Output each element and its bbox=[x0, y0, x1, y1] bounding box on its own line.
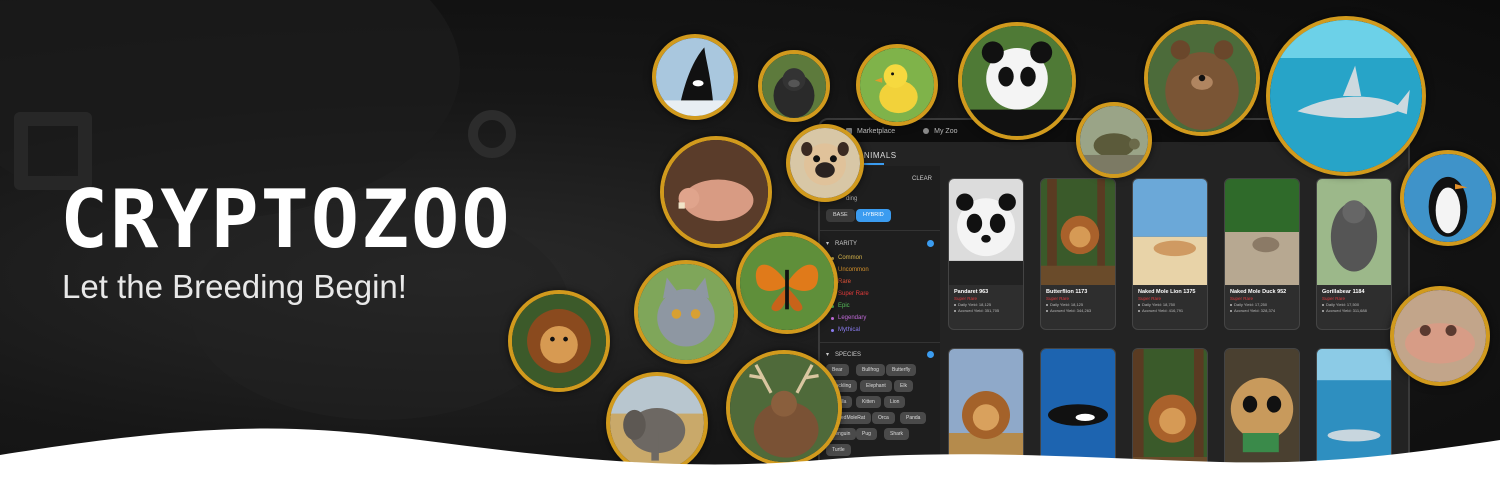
animal-card[interactable]: Naked Mole Lion 1375 Super Rare Daily Yiel… bbox=[1132, 178, 1208, 330]
background-ring-shape bbox=[468, 110, 516, 158]
animal-card-rarity: Super Rare bbox=[1230, 296, 1254, 301]
animal-card-name: Pandaret 963 bbox=[954, 289, 989, 295]
nav-marketplace[interactable]: Marketplace bbox=[846, 128, 895, 135]
chevron-down-icon: ▾ bbox=[826, 352, 830, 358]
animal-card-image bbox=[1041, 179, 1115, 285]
bottom-wave bbox=[0, 428, 1500, 500]
animal-card-accrued-yield: Accrued Yield: 328,374 bbox=[1225, 308, 1299, 314]
animal-card[interactable]: Naked Mole Duck 952 Super Rare Daily Yield… bbox=[1224, 178, 1300, 330]
penguin-bubble bbox=[1400, 150, 1496, 246]
chevron-down-icon: ▾ bbox=[826, 241, 830, 247]
animal-card-accrued-yield: Accrued Yield: 351,705 bbox=[949, 308, 1023, 314]
rarity-label: RARITY bbox=[835, 240, 858, 247]
animal-card-name: Naked Mole Duck 952 bbox=[1230, 289, 1287, 295]
animal-card-name: Butterflion 1173 bbox=[1046, 289, 1088, 295]
animal-card-accrued-yield: Accrued Yield: 311,688 bbox=[1317, 308, 1391, 314]
nav-my-zoo[interactable]: My Zoo bbox=[923, 128, 957, 135]
rarity-mythical[interactable]: Mythical bbox=[830, 327, 860, 333]
rarity-epic[interactable]: Epic bbox=[831, 303, 850, 309]
gorilla-bubble bbox=[758, 50, 830, 122]
species-chip-elk[interactable]: Elk bbox=[894, 380, 913, 392]
animal-card-image bbox=[949, 179, 1023, 285]
animal-card-rarity: Super Rare bbox=[1046, 296, 1070, 301]
mole-rat-bubble bbox=[660, 136, 772, 248]
panda-bubble bbox=[958, 22, 1076, 140]
animal-card-image bbox=[1225, 179, 1299, 285]
nav-label: Marketplace bbox=[857, 127, 896, 135]
animal-card[interactable]: Butterflion 1173 Super Rare Daily Yield: 1… bbox=[1040, 178, 1116, 330]
type-pill-base[interactable]: BASE bbox=[826, 209, 855, 222]
divider bbox=[820, 230, 940, 231]
nav-label: My Zoo bbox=[934, 127, 958, 135]
rarity-super-rare[interactable]: Super Rare bbox=[831, 291, 869, 297]
species-badge bbox=[927, 351, 934, 358]
rarity-badge bbox=[927, 240, 934, 247]
divider bbox=[820, 342, 940, 343]
orca-bubble bbox=[652, 34, 738, 120]
animal-card-name: Naked Mole Lion 1375 bbox=[1138, 289, 1196, 295]
animal-card-rarity: Super Rare bbox=[1138, 296, 1162, 301]
species-chip-elephant[interactable]: Elephant bbox=[860, 380, 892, 392]
rarity-legendary[interactable]: Legendary bbox=[830, 315, 866, 321]
banner: CRYPTOZOO Let the Breeding Begin! Market… bbox=[0, 0, 1500, 500]
animal-card-name: Gorillabear 1184 bbox=[1322, 289, 1365, 295]
duckling-bubble bbox=[856, 44, 938, 126]
globe-icon bbox=[923, 128, 930, 134]
species-group-header[interactable]: ▾ SPECIES bbox=[826, 351, 862, 359]
butterfly-bubble bbox=[736, 232, 838, 334]
species-chip-bullfrog[interactable]: Bullfrog bbox=[856, 364, 885, 376]
type-pill-hybrid[interactable]: HYBRID bbox=[856, 209, 891, 222]
animal-card[interactable]: Gorillabear 1184 Super Rare Daily Yield: 1… bbox=[1316, 178, 1392, 330]
animal-card-image bbox=[1317, 179, 1391, 285]
rarity-rare[interactable]: Rare bbox=[830, 279, 851, 285]
animal-card-accrued-yield: Accrued Yield: 416,791 bbox=[1133, 308, 1207, 314]
rarity-group-header[interactable]: ▾ RARITY bbox=[826, 240, 858, 248]
bullfrog-bubble bbox=[1390, 286, 1490, 386]
brand-title: CRYPTOZOO bbox=[60, 173, 512, 266]
bear-bubble bbox=[1144, 20, 1260, 136]
pug-bubble bbox=[786, 124, 864, 202]
rarity-common[interactable]: Common bbox=[830, 255, 862, 261]
animal-card-accrued-yield: Accrued Yield: 344,263 bbox=[1041, 308, 1115, 314]
lion-bubble bbox=[508, 290, 610, 392]
kitten-bubble bbox=[634, 260, 738, 364]
shark-bubble bbox=[1266, 16, 1426, 176]
brand-tagline: Let the Breeding Begin! bbox=[62, 268, 407, 305]
clear-filters-button[interactable]: CLEAR bbox=[912, 176, 932, 182]
filter-label: ding bbox=[846, 196, 858, 202]
rarity-uncommon[interactable]: Uncommon bbox=[831, 267, 869, 273]
species-label: SPECIES bbox=[835, 351, 862, 358]
species-chip-butterfly[interactable]: Butterfly bbox=[886, 364, 917, 376]
animal-card-rarity: Super Rare bbox=[954, 296, 978, 301]
animal-card-image bbox=[1133, 179, 1207, 285]
animal-card[interactable]: Pandaret 963 Super Rare Daily Yield: 18,12… bbox=[948, 178, 1024, 330]
turtle-bubble bbox=[1076, 102, 1152, 178]
animal-card-rarity: Super Rare bbox=[1322, 296, 1346, 301]
